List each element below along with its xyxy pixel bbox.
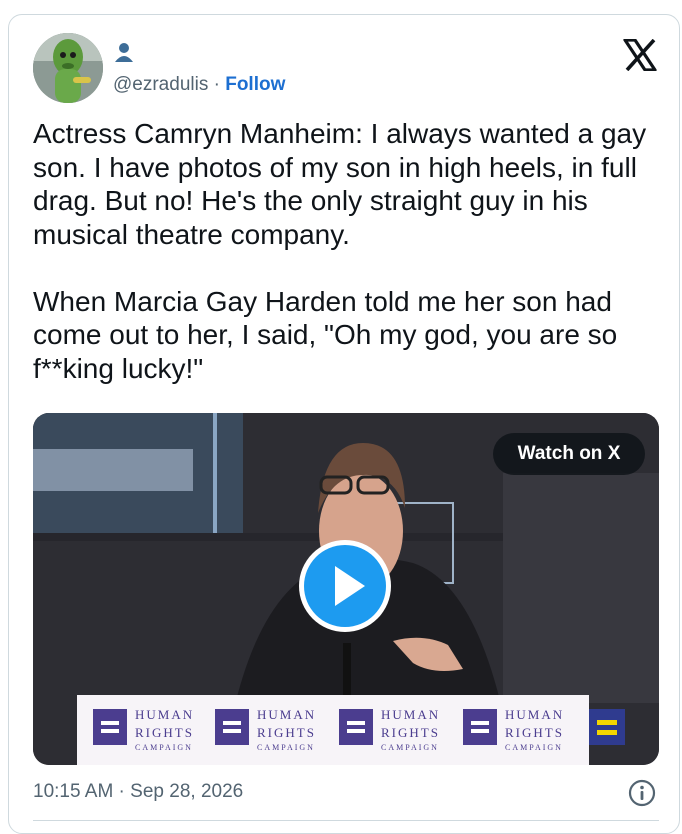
placard-line2: RIGHTS: [505, 725, 564, 740]
placard-line1: HUMAN: [257, 707, 317, 722]
follow-button[interactable]: Follow: [225, 74, 285, 95]
play-icon[interactable]: [297, 538, 393, 634]
placard-line2: RIGHTS: [135, 725, 194, 740]
placard-line3: CAMPAIGN: [135, 743, 193, 752]
hrc-logo-icon: [339, 709, 373, 745]
tweet-text: Actress Camryn Manheim: I always wanted …: [33, 118, 647, 384]
placard-line1: HUMAN: [381, 707, 441, 722]
separator: ·: [213, 74, 220, 95]
hrc-placard: HUMAN RIGHTS CAMPAIGN: [339, 703, 445, 757]
video-media[interactable]: Watch on X HUMAN RIGHTS CAMPAIGN HUMAN R…: [33, 413, 659, 765]
info-icon[interactable]: [628, 779, 656, 807]
placard-line3: CAMPAIGN: [257, 743, 315, 752]
x-logo-icon[interactable]: [623, 39, 657, 71]
placard-line3: CAMPAIGN: [381, 743, 439, 752]
person-icon: [115, 43, 133, 62]
author-handle[interactable]: @ezradulis: [113, 74, 208, 95]
author-row: @ezradulis · Follow: [113, 74, 285, 96]
avatar[interactable]: [33, 33, 103, 103]
footer-divider: [33, 820, 659, 821]
hrc-placard: HUMAN RIGHTS CAMPAIGN: [463, 703, 569, 757]
hrc-logo-icon: [93, 709, 127, 745]
watch-on-x-button[interactable]: Watch on X: [493, 433, 645, 475]
placard-line1: HUMAN: [505, 707, 565, 722]
placard-line3: CAMPAIGN: [505, 743, 563, 752]
hrc-placard: HUMAN RIGHTS CAMPAIGN: [215, 703, 321, 757]
hrc-placard: HUMAN RIGHTS CAMPAIGN: [93, 703, 199, 757]
tweet-card: @ezradulis · Follow Actress Camryn Manhe…: [8, 14, 680, 834]
placard-line1: HUMAN: [135, 707, 195, 722]
hrc-equality-logo-icon: [589, 709, 625, 745]
hrc-logo-icon: [215, 709, 249, 745]
hrc-logo-icon: [463, 709, 497, 745]
tweet-timestamp[interactable]: 10:15 AM · Sep 28, 2026: [33, 781, 243, 803]
placard-line2: RIGHTS: [257, 725, 316, 740]
placard-line2: RIGHTS: [381, 725, 440, 740]
